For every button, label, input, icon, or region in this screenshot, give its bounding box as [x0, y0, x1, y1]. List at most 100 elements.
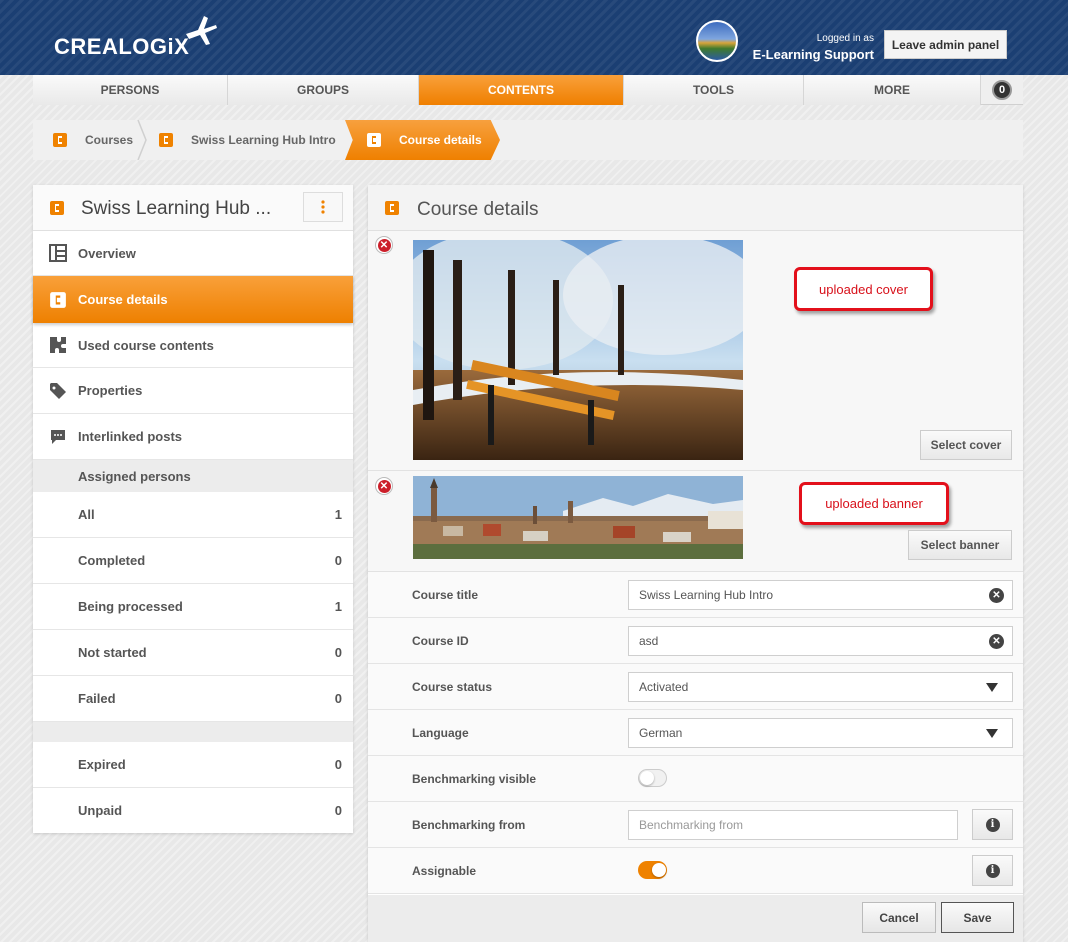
input-placeholder: Benchmarking from	[639, 818, 744, 832]
sidebar-header: Swiss Learning Hub ...	[33, 185, 353, 231]
nav-tab-tools[interactable]: TOOLS	[624, 75, 804, 105]
select-banner-button[interactable]: Select banner	[908, 530, 1012, 560]
filter-count: 0	[334, 803, 342, 818]
crealogix-logo[interactable]: CREALOGiX	[54, 14, 224, 59]
sidebar-title: Swiss Learning Hub ...	[81, 198, 272, 219]
form-footer: Cancel Save	[368, 895, 1023, 942]
sidebar-item-label: Overview	[78, 245, 136, 261]
filter-label: Not started	[78, 645, 147, 660]
assigned-persons-header: Assigned persons	[33, 460, 353, 492]
filter-count: 0	[334, 645, 342, 660]
banner-image-row: ✕ uploaded banner Select banner	[368, 471, 1023, 572]
cancel-button[interactable]: Cancel	[862, 902, 936, 933]
field-label: Course ID	[412, 634, 469, 648]
section-divider	[33, 722, 353, 742]
benchmarking-info-button[interactable]: i	[972, 809, 1013, 840]
assigned-filter-not-started[interactable]: Not started 0	[33, 630, 353, 676]
field-label: Benchmarking from	[412, 818, 526, 832]
tag-icon	[50, 382, 66, 399]
clear-icon[interactable]: ✕	[989, 634, 1004, 649]
select-cover-button[interactable]: Select cover	[920, 430, 1012, 460]
filter-label: All	[78, 507, 95, 522]
comment-icon	[51, 429, 65, 444]
sidebar-item-course-details[interactable]: Course details	[33, 276, 353, 323]
benchmarking-visible-toggle[interactable]	[638, 769, 667, 787]
nav-tab-groups[interactable]: GROUPS	[228, 75, 419, 105]
top-header: CREALOGiX Logged in as E-Learning Suppor…	[0, 0, 1068, 75]
sidebar-item-label: Properties	[78, 383, 143, 398]
filter-count: 0	[334, 553, 342, 568]
nav-tab-persons[interactable]: PERSONS	[33, 75, 228, 105]
delete-banner-button[interactable]: ✕	[375, 477, 393, 495]
sidebar-menu-button[interactable]	[303, 192, 343, 222]
course-icon	[50, 201, 64, 215]
chevron-down-icon	[986, 729, 998, 738]
save-button[interactable]: Save	[941, 902, 1014, 933]
course-status-select[interactable]: Activated	[628, 672, 1013, 702]
grid-icon	[49, 244, 67, 262]
assigned-filter-being-processed[interactable]: Being processed 1	[33, 584, 353, 630]
nav-tab-contents[interactable]: CONTENTS	[419, 75, 624, 105]
benchmarking-from-input[interactable]: Benchmarking from	[628, 810, 958, 840]
sidebar-item-label: Interlinked posts	[78, 429, 183, 444]
nav-tab-more[interactable]: MORE	[804, 75, 981, 105]
logo-text: CREALOGiX	[54, 34, 190, 59]
section-heading: Assigned persons	[78, 468, 191, 484]
field-label: Course status	[412, 680, 493, 694]
plane-icon	[186, 16, 217, 45]
sidebar-item-used-course-contents[interactable]: Used course contents	[33, 323, 353, 368]
breadcrumb-label: Swiss Learning Hub Intro	[191, 133, 336, 147]
select-value: Activated	[639, 680, 689, 694]
language-select[interactable]: German	[628, 718, 1013, 748]
field-row-benchmarking-visible: Benchmarking visible	[368, 756, 1023, 802]
course-title-input[interactable]: Swiss Learning Hub Intro ✕	[628, 580, 1013, 610]
sidebar-item-label: Used course contents	[78, 337, 214, 353]
panel-title: Course details	[417, 199, 539, 220]
main-nav: PERSONS GROUPS CONTENTS TOOLS MORE 0	[33, 75, 1023, 105]
field-label: Language	[412, 726, 469, 740]
logged-in-label: Logged in as	[816, 33, 874, 44]
leave-admin-panel-button[interactable]: Leave admin panel	[884, 30, 1007, 59]
filter-label: Completed	[78, 553, 146, 568]
course-details-panel: Course details ✕ uploaded cover Select c…	[368, 185, 1023, 942]
assigned-filter-completed[interactable]: Completed 0	[33, 538, 353, 584]
course-icon	[50, 291, 66, 308]
input-value: Swiss Learning Hub Intro	[639, 588, 774, 602]
toggle-knob	[652, 863, 666, 877]
filter-expired[interactable]: Expired 0	[33, 742, 353, 788]
cover-image-row: ✕ uploaded cover Select cover	[368, 231, 1023, 471]
toggle-knob	[640, 771, 654, 785]
breadcrumb-item-course-details[interactable]: Course details	[366, 120, 482, 160]
annotation-uploaded-banner: uploaded banner	[799, 482, 949, 525]
puzzle-icon	[50, 337, 66, 353]
breadcrumb-separator	[137, 120, 147, 160]
delete-cover-button[interactable]: ✕	[375, 236, 393, 254]
filter-count: 0	[334, 757, 342, 772]
assignable-info-button[interactable]: i	[972, 855, 1013, 886]
user-avatar[interactable]	[696, 20, 738, 62]
close-icon: ✕	[377, 238, 391, 252]
course-icon	[159, 133, 173, 147]
field-row-course-status: Course status Activated	[368, 664, 1023, 710]
assigned-filter-failed[interactable]: Failed 0	[33, 676, 353, 722]
assignable-toggle[interactable]	[638, 861, 667, 879]
clear-icon[interactable]: ✕	[989, 588, 1004, 603]
field-label: Assignable	[412, 864, 477, 878]
filter-label: Failed	[78, 691, 116, 706]
breadcrumb-item-course[interactable]: Swiss Learning Hub Intro	[158, 120, 336, 160]
filter-count: 0	[334, 691, 342, 706]
filter-unpaid[interactable]: Unpaid 0	[33, 788, 353, 833]
field-label: Course title	[412, 588, 479, 602]
notification-count-badge[interactable]: 0	[992, 79, 1012, 100]
sidebar-item-overview[interactable]: Overview	[33, 231, 353, 276]
sidebar-item-interlinked-posts[interactable]: Interlinked posts	[33, 414, 353, 460]
course-id-input[interactable]: asd ✕	[628, 626, 1013, 656]
annotation-uploaded-cover: uploaded cover	[794, 267, 933, 311]
breadcrumb: Courses Swiss Learning Hub Intro Course …	[33, 120, 1023, 160]
field-row-course-title: Course title Swiss Learning Hub Intro ✕	[368, 572, 1023, 618]
notifications[interactable]: 0	[981, 75, 1023, 104]
breadcrumb-item-courses[interactable]: Courses	[52, 120, 133, 160]
assigned-filter-all[interactable]: All 1	[33, 492, 353, 538]
filter-count: 1	[334, 599, 342, 614]
sidebar-item-properties[interactable]: Properties	[33, 368, 353, 414]
